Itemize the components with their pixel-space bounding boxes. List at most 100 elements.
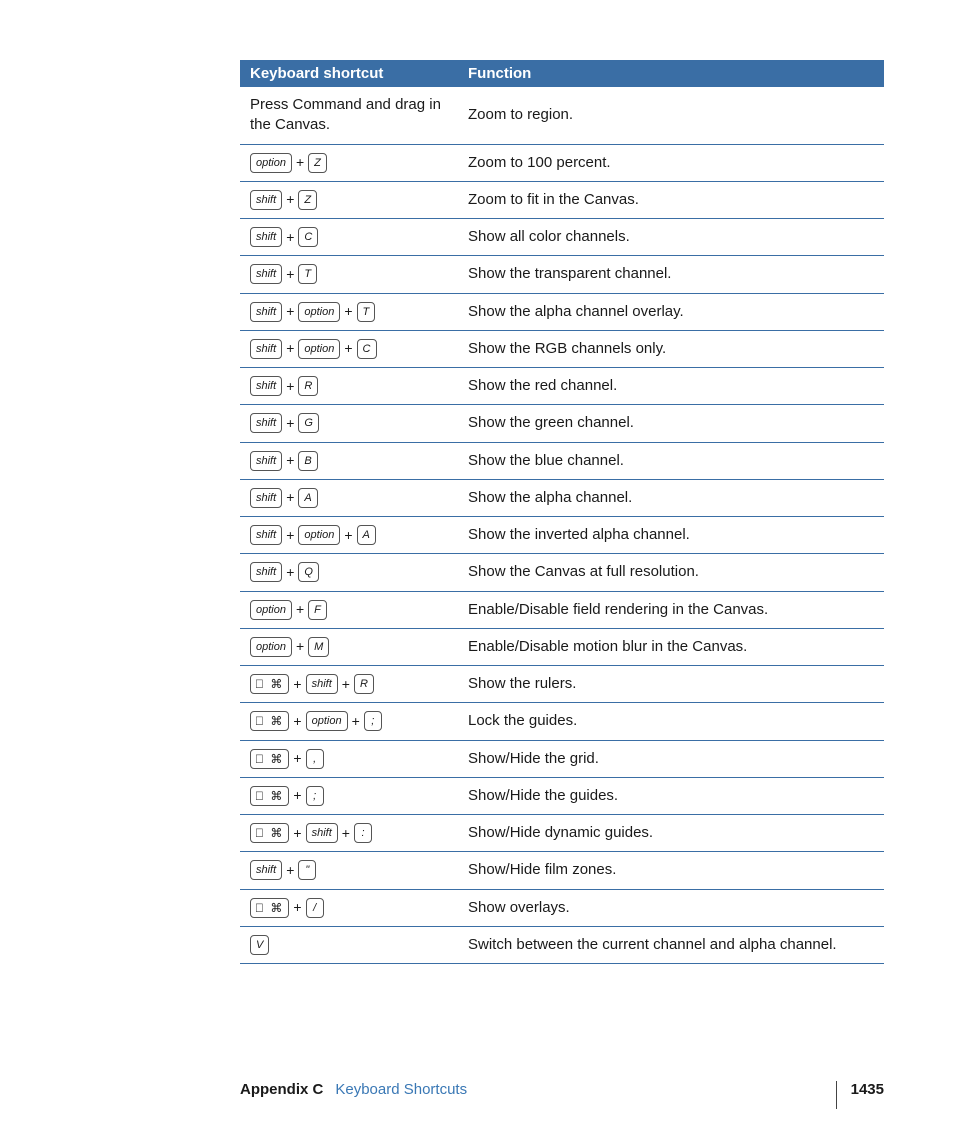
shortcut-cell:  ⌘+option+; xyxy=(240,703,458,740)
plus-icon: + xyxy=(286,563,294,582)
footer-title: Keyboard Shortcuts xyxy=(335,1081,467,1098)
function-cell: Zoom to region. xyxy=(458,87,884,144)
table-row: option+MEnable/Disable motion blur in th… xyxy=(240,628,884,665)
function-cell: Show the inverted alpha channel. xyxy=(458,517,884,554)
shortcut-cell: shift+option+C xyxy=(240,330,458,367)
letter-key: Z xyxy=(298,190,317,210)
plus-icon: + xyxy=(286,451,294,470)
letter-key: Q xyxy=(298,562,319,582)
letter-key: G xyxy=(298,413,319,433)
shortcut-text: Press Command and drag in the Canvas. xyxy=(250,96,441,133)
shortcut-cell: shift+Q xyxy=(240,554,458,591)
shift-key: shift xyxy=(250,562,282,582)
command-key-icon:  ⌘ xyxy=(250,823,289,843)
table-row:  ⌘+;Show/Hide the guides. xyxy=(240,777,884,814)
shortcuts-table: Keyboard shortcut Function Press Command… xyxy=(240,60,884,964)
function-cell: Switch between the current channel and a… xyxy=(458,926,884,963)
plus-icon: + xyxy=(293,898,301,917)
option-key: option xyxy=(250,153,292,173)
option-key: option xyxy=(250,637,292,657)
shortcut-cell: shift+option+A xyxy=(240,517,458,554)
function-cell: Show the transparent channel. xyxy=(458,256,884,293)
letter-key: C xyxy=(298,227,318,247)
shortcut-cell:  ⌘+shift+R xyxy=(240,666,458,703)
footer-appendix: Appendix C xyxy=(240,1081,323,1098)
page: Keyboard shortcut Function Press Command… xyxy=(0,0,954,1145)
plus-icon: + xyxy=(293,824,301,843)
plus-icon: + xyxy=(296,600,304,619)
shift-key: shift xyxy=(250,376,282,396)
shortcut-cell: shift+B xyxy=(240,442,458,479)
shortcut-cell: option+M xyxy=(240,628,458,665)
plus-icon: + xyxy=(344,302,352,321)
function-cell: Show the red channel. xyxy=(458,368,884,405)
plus-icon: + xyxy=(342,824,350,843)
plus-icon: + xyxy=(342,675,350,694)
table-row: shift+option+CShow the RGB channels only… xyxy=(240,330,884,367)
page-footer: Appendix C Keyboard Shortcuts 1435 xyxy=(240,1081,884,1103)
function-cell: Show overlays. xyxy=(458,889,884,926)
shortcut-cell: shift+" xyxy=(240,852,458,889)
table-row: shift+TShow the transparent channel. xyxy=(240,256,884,293)
table-row: shift+option+AShow the inverted alpha ch… xyxy=(240,517,884,554)
letter-key: M xyxy=(308,637,329,657)
function-cell: Lock the guides. xyxy=(458,703,884,740)
col-header-shortcut: Keyboard shortcut xyxy=(240,60,458,87)
function-cell: Show/Hide dynamic guides. xyxy=(458,815,884,852)
table-row: Press Command and drag in the Canvas. Zoo… xyxy=(240,87,884,144)
table-row:  ⌘+shift+RShow the rulers. xyxy=(240,666,884,703)
letter-key: T xyxy=(357,302,376,322)
letter-key: A xyxy=(357,525,376,545)
letter-key: C xyxy=(357,339,377,359)
function-cell: Enable/Disable motion blur in the Canvas… xyxy=(458,628,884,665)
table-row: V Switch between the current channel and … xyxy=(240,926,884,963)
shortcut-cell: option+Z xyxy=(240,144,458,181)
function-cell: Show the rulers. xyxy=(458,666,884,703)
letter-key: V xyxy=(250,935,269,955)
shortcut-cell:  ⌘+, xyxy=(240,740,458,777)
letter-key: T xyxy=(298,264,317,284)
letter-key: / xyxy=(306,898,324,918)
shift-key: shift xyxy=(250,525,282,545)
table-row: shift+AShow the alpha channel. xyxy=(240,479,884,516)
plus-icon: + xyxy=(344,526,352,545)
command-key-icon:  ⌘ xyxy=(250,749,289,769)
shortcut-cell:  ⌘+shift+: xyxy=(240,815,458,852)
shortcut-cell: shift+Z xyxy=(240,181,458,218)
table-row: shift+GShow the green channel. xyxy=(240,405,884,442)
letter-key: : xyxy=(354,823,372,843)
function-cell: Enable/Disable field rendering in the Ca… xyxy=(458,591,884,628)
table-row: shift+BShow the blue channel. xyxy=(240,442,884,479)
shortcut-cell: shift+G xyxy=(240,405,458,442)
function-cell: Show the RGB channels only. xyxy=(458,330,884,367)
letter-key: Z xyxy=(308,153,327,173)
letter-key: A xyxy=(298,488,317,508)
option-key: option xyxy=(306,711,348,731)
letter-key: , xyxy=(306,749,324,769)
letter-key: R xyxy=(354,674,374,694)
plus-icon: + xyxy=(352,712,360,731)
shortcut-cell: shift+C xyxy=(240,219,458,256)
function-cell: Show/Hide the guides. xyxy=(458,777,884,814)
shortcut-cell: shift+T xyxy=(240,256,458,293)
plus-icon: + xyxy=(293,675,301,694)
shift-key: shift xyxy=(250,860,282,880)
shift-key: shift xyxy=(306,674,338,694)
table-row: shift+CShow all color channels. xyxy=(240,219,884,256)
table-row: option+FEnable/Disable field rendering i… xyxy=(240,591,884,628)
shortcut-cell: shift+option+T xyxy=(240,293,458,330)
table-row: shift+RShow the red channel. xyxy=(240,368,884,405)
option-key: option xyxy=(298,302,340,322)
plus-icon: + xyxy=(286,488,294,507)
function-cell: Show/Hide the grid. xyxy=(458,740,884,777)
function-cell: Show all color channels. xyxy=(458,219,884,256)
shift-key: shift xyxy=(306,823,338,843)
function-cell: Show the alpha channel overlay. xyxy=(458,293,884,330)
letter-key: ; xyxy=(364,711,382,731)
function-cell: Show/Hide film zones. xyxy=(458,852,884,889)
plus-icon: + xyxy=(286,526,294,545)
shortcut-cell: Press Command and drag in the Canvas. xyxy=(240,87,458,144)
shift-key: shift xyxy=(250,413,282,433)
shortcut-cell:  ⌘+/ xyxy=(240,889,458,926)
table-row:  ⌘+,Show/Hide the grid. xyxy=(240,740,884,777)
